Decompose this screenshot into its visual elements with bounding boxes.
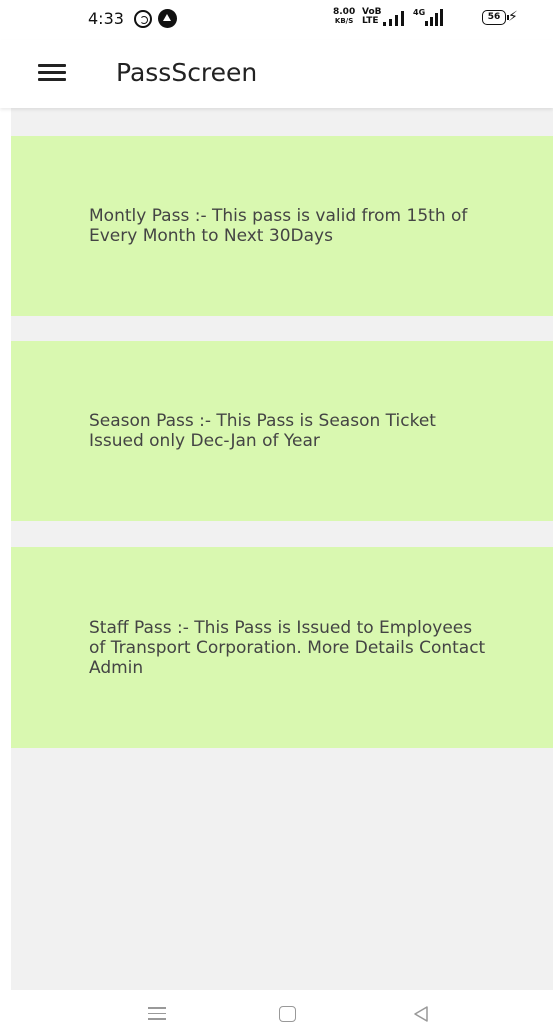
system-navigation-bar: [0, 990, 553, 1029]
volte-bottom: LTE: [362, 16, 379, 26]
network-type-label: 4G: [413, 8, 425, 17]
hamburger-menu-icon[interactable]: [38, 64, 66, 84]
status-bar: 4:33 8.00 KB/S VoB LTE 4G 56 ⚡: [0, 0, 553, 40]
navigation-app-icon: [158, 9, 177, 28]
pass-description: Montly Pass :- This pass is valid from 1…: [89, 206, 468, 246]
pass-list: Montly Pass :- This pass is valid from 1…: [11, 108, 553, 990]
volte-indicator: VoB LTE: [362, 8, 382, 26]
page-title: PassScreen: [116, 58, 258, 87]
pass-description: Staff Pass :- This Pass is Issued to Emp…: [89, 617, 486, 678]
whatsapp-icon: [134, 10, 152, 28]
back-icon[interactable]: [412, 1005, 430, 1023]
network-speed-unit: KB/S: [334, 17, 354, 25]
recent-apps-icon[interactable]: [148, 1007, 166, 1021]
battery-icon: 56: [482, 10, 509, 25]
network-speed: 8.00 KB/S: [333, 8, 355, 26]
pass-description: Season Pass :- This Pass is Season Ticke…: [89, 411, 436, 451]
pass-card-staff[interactable]: Staff Pass :- This Pass is Issued to Emp…: [11, 547, 553, 748]
network-speed-value: 8.00: [333, 7, 356, 17]
pass-card-season[interactable]: Season Pass :- This Pass is Season Ticke…: [11, 341, 553, 521]
signal-icon: [383, 11, 404, 26]
app-bar: PassScreen: [0, 40, 553, 108]
pass-card-monthly[interactable]: Montly Pass :- This pass is valid from 1…: [11, 136, 553, 316]
signal-4g-icon: 4G: [413, 8, 443, 26]
home-icon[interactable]: [279, 1006, 296, 1022]
charging-icon: ⚡: [508, 9, 518, 25]
status-time: 4:33: [88, 9, 124, 28]
